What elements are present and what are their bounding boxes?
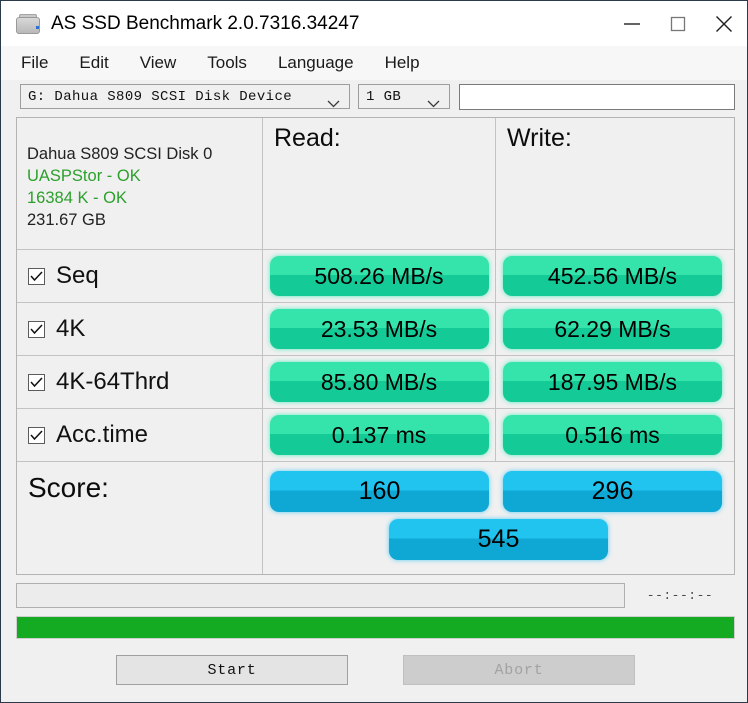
- progress-bar: [16, 616, 735, 639]
- 4k-64thrd-write-value: 187.95 MB/s: [503, 362, 722, 402]
- table-row: Acc.time 0.137 ms 0.516 ms: [17, 409, 734, 462]
- toolbar: G: Dahua S809 SCSI Disk Device 1 GB: [1, 80, 747, 111]
- menu-item-tools[interactable]: Tools: [207, 53, 247, 73]
- chevron-down-icon: [427, 95, 440, 113]
- test-label-seq: Seq: [56, 262, 99, 289]
- progress-bar-fill: [17, 617, 734, 638]
- menu-item-edit[interactable]: Edit: [79, 53, 108, 73]
- score-write-cell: 296: [496, 471, 729, 512]
- window-controls: [609, 1, 747, 46]
- abort-button: Abort: [403, 655, 635, 685]
- disk-alignment-status: 16384 K - OK: [27, 189, 127, 207]
- as-ssd-benchmark-window: AS SSD Benchmark 2.0.7316.34247 File Edi…: [0, 0, 748, 703]
- drive-select-value: G: Dahua S809 SCSI Disk Device: [28, 88, 293, 105]
- read-column-header: Read:: [263, 118, 496, 249]
- maximize-icon[interactable]: [655, 1, 701, 46]
- drive-select[interactable]: G: Dahua S809 SCSI Disk Device: [20, 84, 350, 109]
- test-row-seq[interactable]: Seq: [17, 250, 263, 302]
- start-button[interactable]: Start: [116, 655, 348, 685]
- 4k-64thrd-read-value: 85.80 MB/s: [269, 362, 489, 402]
- menu-item-language[interactable]: Language: [278, 53, 354, 73]
- menu-item-file[interactable]: File: [21, 53, 48, 73]
- write-header-label: Write:: [507, 124, 572, 152]
- seq-read-value: 508.26 MB/s: [269, 256, 489, 296]
- acc-time-read-cell: 0.137 ms: [263, 409, 496, 461]
- title-bar: AS SSD Benchmark 2.0.7316.34247: [1, 1, 747, 46]
- write-column-header: Write:: [496, 118, 729, 249]
- 4k-read-value: 23.53 MB/s: [269, 309, 489, 349]
- results-grid: Dahua S809 SCSI Disk 0 UASPStor - OK 163…: [16, 117, 735, 575]
- ssd-drive-icon: [15, 13, 41, 35]
- test-row-4k-64thrd[interactable]: 4K-64Thrd: [17, 356, 263, 408]
- disk-name: Dahua S809 SCSI Disk 0: [27, 145, 213, 164]
- score-read-value: 160: [270, 471, 489, 512]
- chevron-down-icon: [327, 95, 340, 113]
- score-total-value: 545: [389, 519, 608, 560]
- table-row: Seq 508.26 MB/s 452.56 MB/s: [17, 250, 734, 303]
- menu-item-help[interactable]: Help: [385, 53, 420, 73]
- checkbox-acc-time[interactable]: [28, 426, 45, 444]
- seq-write-cell: 452.56 MB/s: [496, 250, 729, 302]
- menu-item-view[interactable]: View: [140, 53, 177, 73]
- 4k-write-value: 62.29 MB/s: [503, 309, 722, 349]
- bottom-panel: --:--:-- Start Abort: [16, 581, 735, 685]
- menu-bar: File Edit View Tools Language Help: [1, 46, 747, 80]
- score-label: Score:: [28, 472, 109, 503]
- window-title: AS SSD Benchmark 2.0.7316.34247: [51, 12, 360, 34]
- test-label-4k-64thrd: 4K-64Thrd: [56, 368, 170, 395]
- 4k-64thrd-write-cell: 187.95 MB/s: [496, 356, 729, 408]
- checkbox-seq[interactable]: [28, 267, 45, 285]
- read-header-label: Read:: [274, 124, 341, 152]
- acc-time-write-cell: 0.516 ms: [496, 409, 729, 461]
- elapsed-timer: --:--:--: [646, 588, 714, 603]
- 4k-64thrd-read-cell: 85.80 MB/s: [263, 356, 496, 408]
- test-label-4k: 4K: [56, 315, 86, 342]
- acc-time-read-value: 0.137 ms: [269, 415, 489, 455]
- table-row: 4K-64Thrd 85.80 MB/s 187.95 MB/s: [17, 356, 734, 409]
- seq-write-value: 452.56 MB/s: [503, 256, 722, 296]
- disk-capacity: 231.67 GB: [27, 210, 106, 229]
- checkbox-4k-64thrd[interactable]: [28, 373, 45, 391]
- table-row: 4K 23.53 MB/s 62.29 MB/s: [17, 303, 734, 356]
- score-label-cell: Score:: [17, 462, 263, 574]
- score-write-value: 296: [503, 471, 722, 512]
- disk-driver-status: UASPStor - OK: [27, 167, 141, 186]
- test-row-4k[interactable]: 4K: [17, 303, 263, 355]
- info-input[interactable]: [459, 83, 735, 110]
- action-buttons: Start Abort: [16, 655, 735, 685]
- size-select[interactable]: 1 GB: [358, 84, 450, 109]
- checkbox-4k[interactable]: [28, 320, 45, 338]
- results-header-row: Dahua S809 SCSI Disk 0 UASPStor - OK 163…: [17, 118, 734, 250]
- disk-info-panel: Dahua S809 SCSI Disk 0 UASPStor - OK 163…: [17, 118, 263, 249]
- status-message: [16, 583, 625, 608]
- score-read-cell: 160: [263, 471, 496, 512]
- close-icon[interactable]: [701, 1, 747, 46]
- 4k-write-cell: 62.29 MB/s: [496, 303, 729, 355]
- status-row: --:--:--: [16, 581, 735, 610]
- seq-read-cell: 508.26 MB/s: [263, 250, 496, 302]
- size-select-value: 1 GB: [366, 88, 402, 105]
- score-values-area: 160 296 545: [263, 462, 734, 574]
- minimize-icon[interactable]: [609, 1, 655, 46]
- acc-time-write-value: 0.516 ms: [503, 415, 722, 455]
- test-row-acc-time[interactable]: Acc.time: [17, 409, 263, 461]
- 4k-read-cell: 23.53 MB/s: [263, 303, 496, 355]
- score-row: Score: 160 296 545: [17, 462, 734, 574]
- test-label-acc-time: Acc.time: [56, 421, 149, 448]
